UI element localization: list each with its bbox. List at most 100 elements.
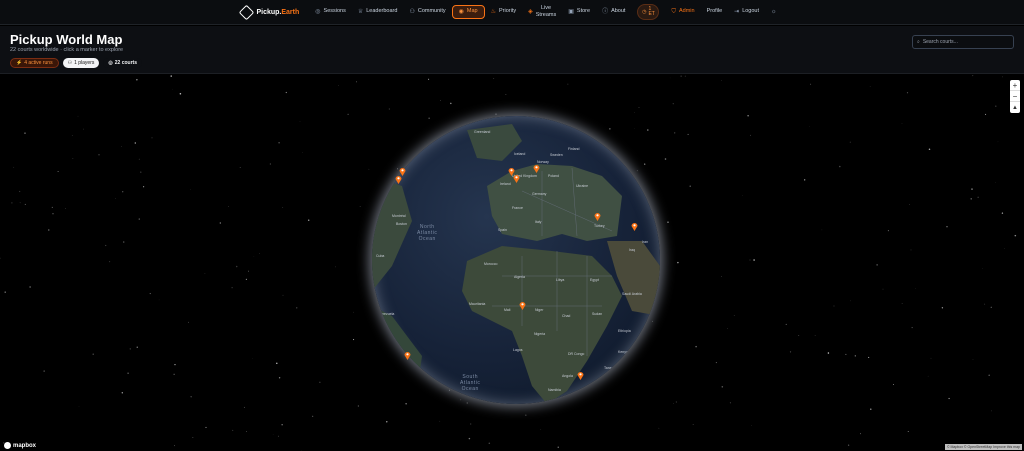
star [839,165,841,168]
star [357,405,360,407]
star [127,372,129,374]
brand[interactable]: Pickup.Earth [239,4,299,20]
nav-community[interactable]: ⚇ Community [403,6,451,18]
place-label: Ireland [500,182,511,186]
place-label: Uruguay [398,400,412,404]
nav-admin[interactable]: ⛉ Admin [665,6,700,18]
star [495,113,497,115]
world-map[interactable]: North Atlantic Ocean South Atlantic Ocea… [0,75,1024,451]
star [915,288,916,289]
globe[interactable]: North Atlantic Ocean South Atlantic Ocea… [372,116,660,404]
star [386,421,388,423]
place-label: Morocco [484,262,498,266]
place-label: Algeria [514,275,525,279]
star [995,182,996,183]
star [231,287,233,289]
users-icon: ⚇ [67,60,73,66]
marker-paris[interactable] [513,174,520,183]
star [972,359,974,360]
star [388,108,390,110]
marker-lagos[interactable] [519,301,526,310]
star [991,410,992,412]
marker-boston[interactable] [395,175,402,184]
ocean-label-north-atlantic: North Atlantic Ocean [417,224,438,242]
star [941,307,944,309]
place-label: Turkey [594,224,605,228]
active-runs-chip[interactable]: ⚡ 4 active runs [10,58,59,68]
star [428,78,430,80]
star [83,128,84,130]
star [13,166,15,168]
place-label: Lagos [513,348,523,352]
star [235,265,238,268]
star [990,306,992,308]
star [0,257,1,259]
marker-cairo[interactable] [594,212,601,221]
star [988,374,990,377]
star [4,291,6,293]
zoom-out-button[interactable]: − [1010,91,1020,102]
star [78,406,80,407]
star [910,249,912,251]
star [753,259,755,261]
star [307,219,310,221]
star [24,203,26,205]
courts-chip[interactable]: ◎ 22 courts [103,58,142,68]
nav-logout[interactable]: ⇥ Logout [728,6,765,18]
star [359,206,361,207]
place-label: Paraguay [390,378,405,382]
nav-store[interactable]: ▣ Store [562,6,596,18]
star [136,346,138,348]
star [849,141,851,143]
star [997,141,999,143]
zoom-in-button[interactable]: + [1010,80,1020,91]
logout-icon: ⇥ [734,9,740,15]
star [278,142,280,144]
star [121,146,122,147]
star [151,137,153,139]
players-chip[interactable]: ⚇ 1 players [62,58,100,68]
star [121,392,123,394]
nav-leaderboard[interactable]: ♕ Leaderboard [352,6,404,18]
star [190,396,192,398]
star [677,261,679,264]
star [319,381,321,383]
place-label: Saudi Arabia [622,292,642,296]
nav-live-streams[interactable]: ◈ Live Streams [522,3,562,21]
star [1002,76,1003,78]
search-input[interactable]: ⌕ Search courts... [912,35,1014,49]
star [557,446,559,448]
clock-badge[interactable]: ◷ 1 ET [637,4,660,20]
star [721,276,722,277]
sun-icon: ☼ [771,9,777,15]
marker-berlin[interactable] [533,164,540,173]
nav-map[interactable]: ◉ Map [451,5,485,19]
place-label: Mali [504,308,511,312]
compass-button[interactable]: ▲ [1010,102,1020,113]
marker-johannesburg[interactable] [577,371,584,380]
nav-profile[interactable]: Profile [701,6,729,18]
map-attribution[interactable]: © Mapbox © OpenStreetMap Improve this ma… [944,444,1022,450]
nav-about[interactable]: ⓘ About [596,6,631,18]
star [644,163,646,165]
nav-sessions[interactable]: ◎ Sessions [309,6,352,18]
star [19,202,21,204]
star [205,426,207,428]
star [729,402,731,404]
star [72,158,74,159]
page-subtitle: 22 courts worldwide · click a marker to … [10,47,124,53]
info-icon: ⓘ [602,9,609,15]
mapbox-logo[interactable]: mapbox [4,442,36,449]
star [109,261,111,263]
star [948,397,950,400]
star [789,351,792,353]
star [276,362,278,365]
brand-logo-icon [239,4,255,20]
star [245,431,247,433]
marker-dubai[interactable] [631,222,638,231]
nav-priority[interactable]: ♨ Priority [485,6,523,18]
theme-toggle[interactable]: ☼ [765,6,783,18]
star [845,353,847,355]
marker-sao-paulo[interactable] [404,351,411,360]
globe-icon: ◉ [458,9,464,15]
